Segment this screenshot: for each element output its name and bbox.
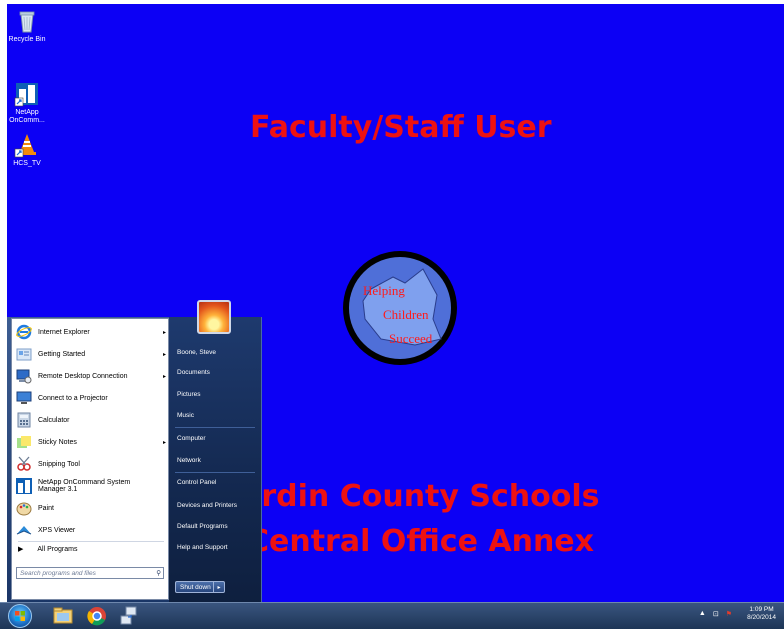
- start-right-help-support[interactable]: Help and Support: [177, 544, 228, 551]
- start-right-separator: [175, 427, 255, 428]
- paint-icon: [16, 502, 32, 516]
- network-tool-icon: [120, 606, 137, 625]
- show-hidden-icons-icon[interactable]: ▲: [699, 610, 706, 618]
- start-right-documents[interactable]: Documents: [177, 369, 210, 376]
- all-programs-button[interactable]: ▶ All Programs: [18, 545, 77, 553]
- network-status-icon[interactable]: ⊡: [713, 610, 719, 618]
- programs-separator: [18, 541, 164, 542]
- remote-desktop-icon: [16, 369, 32, 384]
- logo-word-2: Children: [383, 307, 429, 322]
- taskbar-clock[interactable]: 1:09 PM 8/20/2014: [747, 606, 776, 622]
- windows-logo-icon: [15, 611, 25, 621]
- shutdown-label: Shut down: [180, 584, 211, 591]
- windows-explorer-icon: [53, 607, 73, 624]
- projector-icon: [16, 391, 32, 404]
- action-center-flag-icon[interactable]: ⚑: [726, 610, 732, 618]
- search-icon[interactable]: ⚲: [156, 568, 161, 580]
- program-label: XPS Viewer: [38, 526, 76, 534]
- desktop-icon-netapp[interactable]: NetApp OnComm...: [0, 81, 57, 125]
- submenu-arrow-icon: ▸: [162, 351, 166, 358]
- start-menu-right-pane: Boone, Steve Documents Pictures Music Co…: [169, 317, 262, 605]
- start-right-devices-printers[interactable]: Devices and Printers: [177, 502, 237, 509]
- desktop-icon-recycle-bin[interactable]: Recycle Bin: [0, 8, 57, 44]
- desktop-icon-label: Recycle Bin: [8, 36, 46, 43]
- all-programs-arrow-icon: ▶: [18, 546, 24, 553]
- desktop-icon-hcs-tv[interactable]: HCS_TV: [0, 132, 57, 168]
- desktop-icon-label: NetApp OnComm...: [9, 109, 45, 124]
- program-connect-projector[interactable]: Connect to a Projector: [16, 388, 166, 408]
- search-placeholder: Search programs and files: [20, 570, 96, 577]
- program-calculator[interactable]: Calculator: [16, 410, 166, 430]
- system-tray: ▲ ⊡ ⚑: [699, 610, 732, 618]
- program-label: Connect to a Projector: [38, 394, 108, 402]
- all-programs-label: All Programs: [37, 546, 78, 553]
- program-label: Paint: [38, 504, 54, 512]
- clock-time: 1:09 PM: [749, 606, 774, 613]
- recycle-bin-icon: [14, 8, 40, 34]
- desktop-icon-label: HCS_TV: [13, 160, 41, 167]
- calculator-icon: [17, 412, 31, 428]
- program-sticky-notes[interactable]: Sticky Notes ▸: [16, 432, 166, 452]
- start-search-input[interactable]: Search programs and files ⚲: [16, 567, 164, 579]
- program-netapp-oncommand[interactable]: NetApp OnCommand System Manager 3.1: [16, 476, 166, 496]
- start-menu: Boone, Steve Documents Pictures Music Co…: [7, 300, 262, 605]
- wallpaper-line-school: Hardin County Schools: [216, 479, 600, 514]
- user-picture[interactable]: [197, 300, 231, 334]
- taskbar-network-tool-button[interactable]: [116, 605, 142, 627]
- start-right-computer[interactable]: Computer: [177, 435, 206, 442]
- netapp-icon: [16, 478, 32, 494]
- wallpaper-line-office: Central Office Annex: [247, 524, 594, 559]
- program-snipping-tool[interactable]: Snipping Tool: [16, 454, 166, 474]
- getting-started-icon: [16, 348, 32, 361]
- program-label: Getting Started: [38, 350, 86, 358]
- program-internet-explorer[interactable]: Internet Explorer ▸: [16, 322, 166, 342]
- start-button[interactable]: [8, 604, 32, 628]
- submenu-arrow-icon: ▸: [162, 373, 166, 380]
- program-xps-viewer[interactable]: XPS Viewer: [16, 520, 166, 540]
- netapp-icon: [14, 81, 40, 107]
- program-label: Snipping Tool: [38, 460, 80, 468]
- taskbar-explorer-button[interactable]: [50, 605, 76, 627]
- program-label: Calculator: [38, 416, 70, 424]
- sticky-notes-icon: [17, 436, 31, 448]
- snipping-tool-icon: [17, 456, 31, 471]
- program-label: Remote Desktop Connection: [38, 372, 128, 380]
- submenu-arrow-icon: ▸: [162, 439, 166, 446]
- program-label: NetApp OnCommand System Manager 3.1: [38, 479, 131, 493]
- program-remote-desktop[interactable]: Remote Desktop Connection ▸: [16, 366, 166, 386]
- wallpaper-title: Faculty/Staff User: [250, 110, 552, 145]
- hardin-county-logo: Helping Children Succeed: [341, 249, 459, 367]
- program-label: Sticky Notes: [38, 438, 77, 446]
- vlc-cone-icon: [14, 132, 40, 158]
- logo-word-3: Succeed: [389, 331, 433, 346]
- shutdown-button[interactable]: Shut down ▸: [175, 581, 225, 593]
- start-right-music[interactable]: Music: [177, 412, 194, 419]
- program-label: Internet Explorer: [38, 328, 90, 336]
- start-right-user[interactable]: Boone, Steve: [177, 349, 216, 356]
- start-right-separator: [175, 472, 255, 473]
- taskbar: ▲ ⊡ ⚑ 1:09 PM 8/20/2014: [0, 602, 784, 629]
- start-right-control-panel[interactable]: Control Panel: [177, 479, 216, 486]
- program-getting-started[interactable]: Getting Started ▸: [16, 344, 166, 364]
- start-menu-programs-pane: Internet Explorer ▸ Getting Started ▸ Re…: [11, 318, 169, 600]
- chrome-icon: [87, 607, 106, 626]
- start-right-pictures[interactable]: Pictures: [177, 391, 200, 398]
- taskbar-chrome-button[interactable]: [84, 605, 110, 627]
- shutdown-options-arrow-icon[interactable]: ▸: [213, 582, 224, 592]
- program-paint[interactable]: Paint: [16, 498, 166, 518]
- start-right-default-programs[interactable]: Default Programs: [177, 523, 228, 530]
- start-right-network[interactable]: Network: [177, 457, 201, 464]
- xps-viewer-icon: [16, 526, 32, 535]
- clock-date: 8/20/2014: [747, 614, 776, 621]
- internet-explorer-icon: [16, 324, 32, 340]
- logo-word-1: Helping: [363, 283, 405, 298]
- submenu-arrow-icon: ▸: [162, 329, 166, 336]
